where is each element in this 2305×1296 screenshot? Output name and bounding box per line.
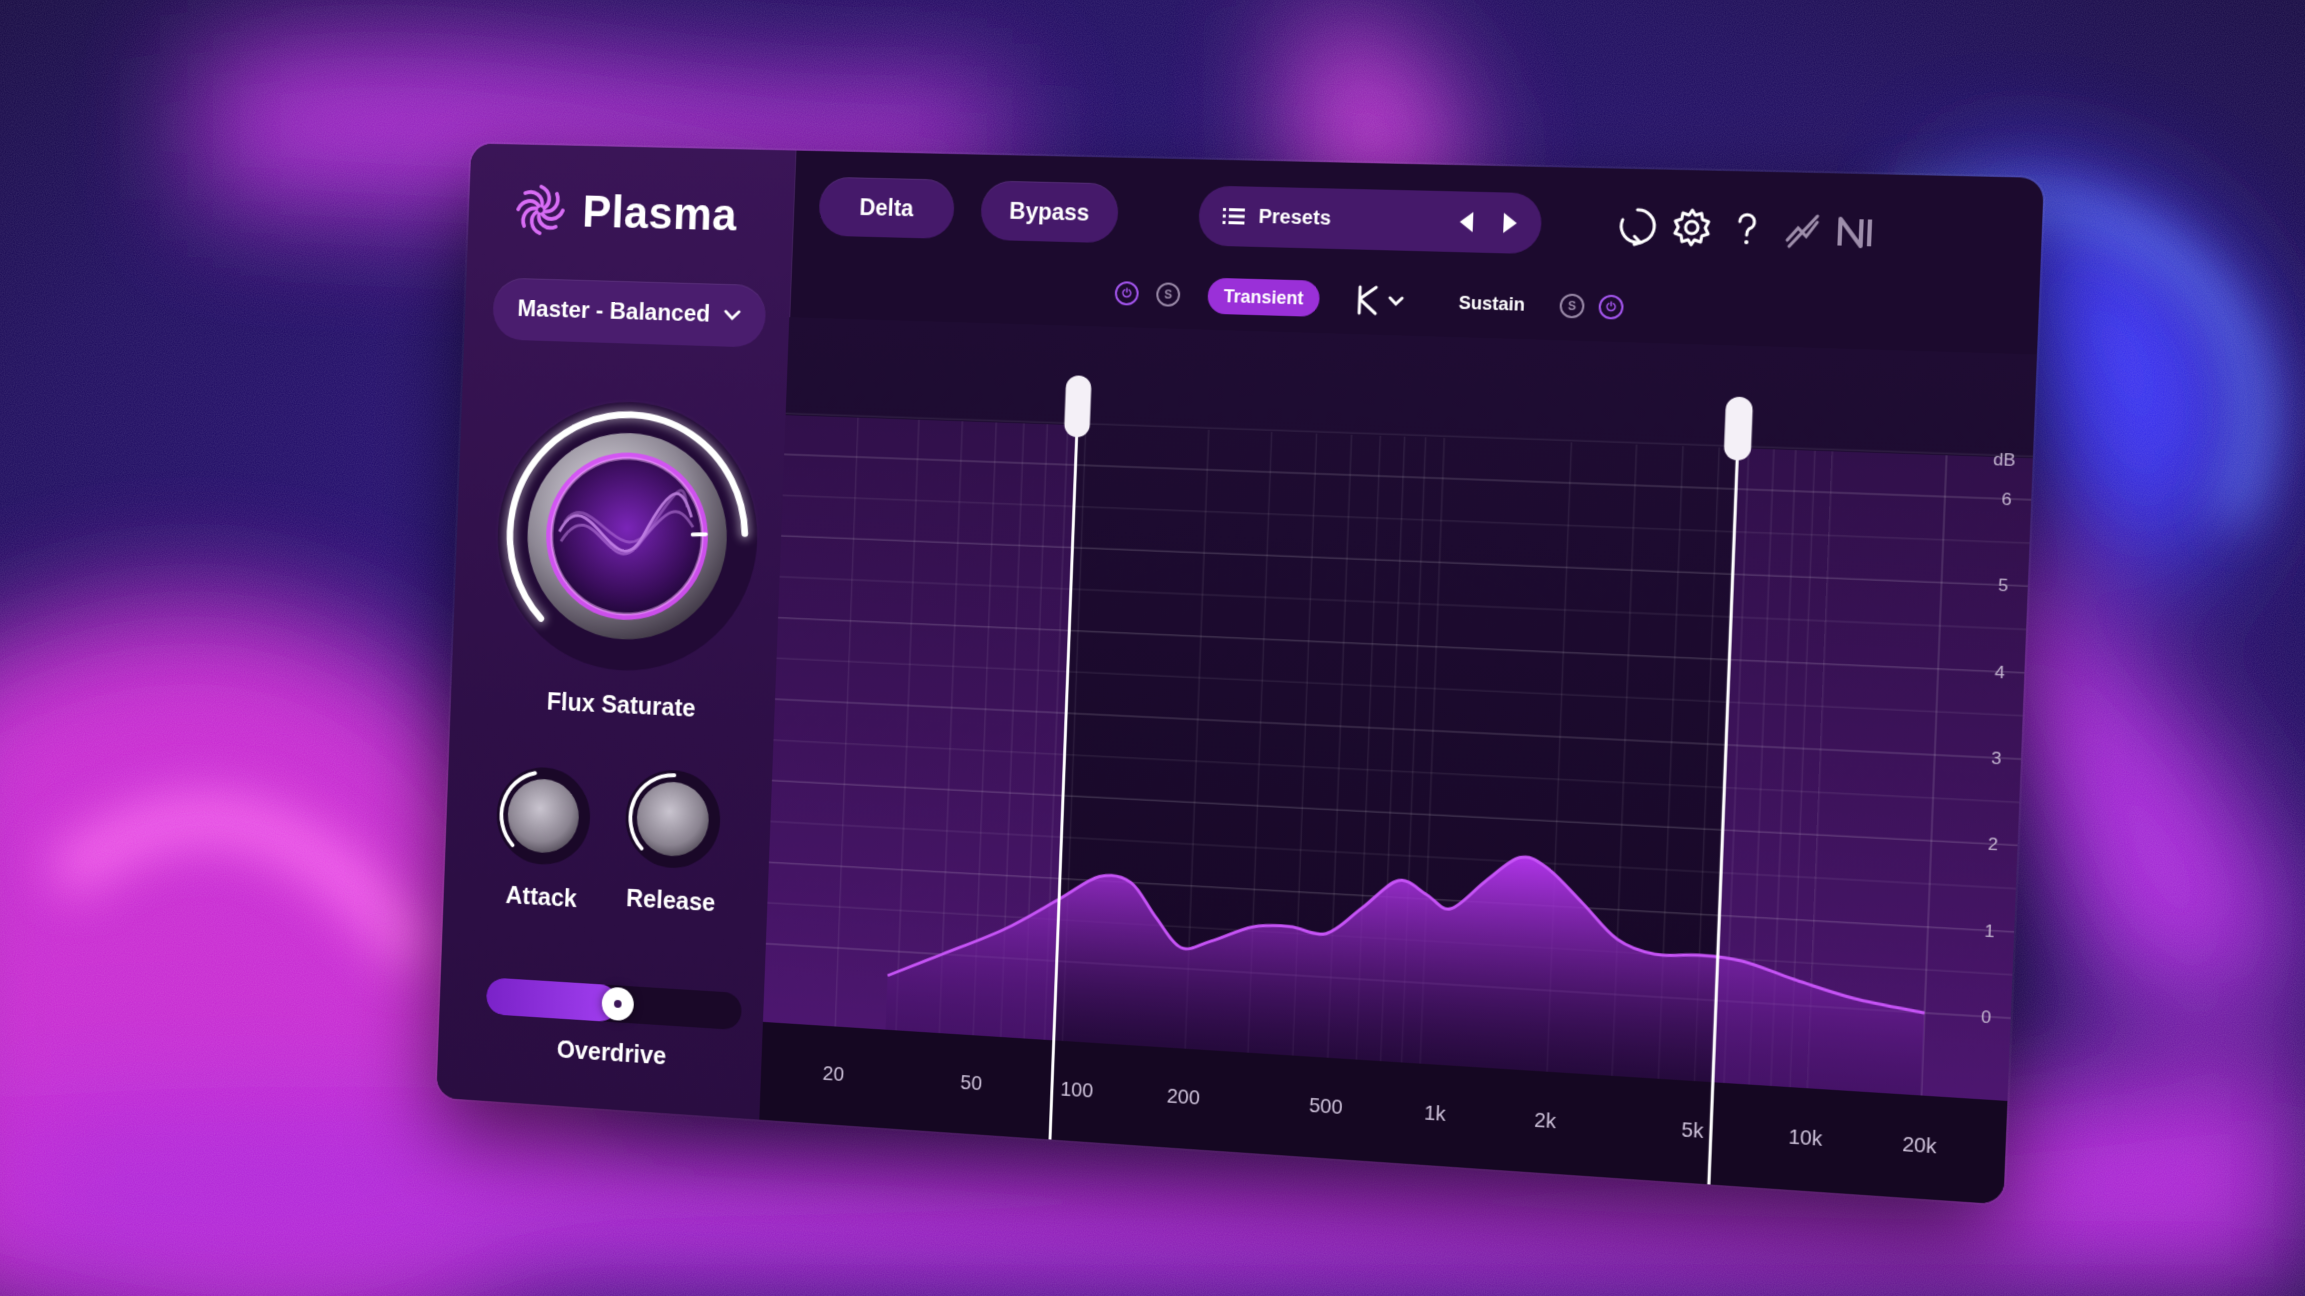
low-crossover-grip[interactable]: [1063, 375, 1092, 438]
high-crossover-grip[interactable]: [1723, 396, 1754, 461]
freq-tick-label: 1k: [1424, 1102, 1446, 1126]
plugin-window: Plasma Master - Balanced Flux Saturate A…: [436, 143, 2044, 1205]
undo-icon[interactable]: [1616, 205, 1659, 247]
db-tick-label: 5: [1998, 576, 2009, 596]
sustain-label: Sustain: [1458, 292, 1526, 315]
list-icon: [1222, 207, 1245, 225]
mode-select[interactable]: Master - Balanced: [492, 277, 767, 348]
db-tick-label: 0: [1981, 1007, 1992, 1027]
signal-routing-icon[interactable]: [1781, 209, 1825, 251]
freq-tick-label: 100: [1060, 1078, 1094, 1102]
previous-preset-icon[interactable]: [1459, 211, 1474, 233]
presets-bar[interactable]: Presets: [1197, 185, 1543, 255]
overdrive-label: Overdrive: [556, 1035, 667, 1071]
release-knob[interactable]: [622, 766, 724, 873]
transient-band-controls: ⏻ S Transient Sustain S ⏻: [1114, 275, 1624, 326]
transient-button[interactable]: Transient: [1207, 277, 1321, 317]
freq-tick-label: 50: [960, 1072, 982, 1095]
overdrive-slider-fill: [485, 977, 619, 1023]
next-preset-icon[interactable]: [1503, 212, 1518, 234]
flux-saturate-label: Flux Saturate: [546, 688, 696, 723]
attack-knob[interactable]: [493, 763, 594, 869]
bypass-button[interactable]: Bypass: [980, 180, 1120, 244]
transient-power-icon[interactable]: ⏻: [1114, 281, 1140, 306]
freq-tick-label: 200: [1166, 1085, 1200, 1109]
freq-tick-label: 10k: [1788, 1126, 1823, 1151]
freq-tick-label: 500: [1309, 1095, 1343, 1119]
app-title: Plasma: [581, 185, 739, 241]
sustain-solo-button[interactable]: S: [1559, 293, 1585, 319]
mode-select-value: Master - Balanced: [517, 295, 711, 328]
db-tick-label: 1: [1984, 921, 1995, 941]
transient-solo-button[interactable]: S: [1155, 282, 1181, 307]
plasma-logo-icon: [512, 181, 568, 239]
db-tick-label: 2: [1988, 835, 1999, 855]
db-tick-label: 3: [1991, 748, 2002, 768]
sidebar: Plasma Master - Balanced Flux Saturate A…: [436, 143, 797, 1120]
ni-logo-icon: [1833, 210, 1885, 252]
db-tick-label: 6: [2001, 489, 2012, 509]
freq-tick-label: 20: [822, 1063, 844, 1086]
flux-saturate-knob[interactable]: [489, 394, 767, 682]
envelope-shape-icon[interactable]: [1355, 283, 1411, 319]
delta-button[interactable]: Delta: [818, 176, 956, 240]
help-icon[interactable]: [1725, 208, 1768, 250]
chevron-down-icon: [723, 309, 741, 321]
release-label: Release: [625, 884, 716, 918]
freq-tick-label: 20k: [1902, 1133, 1937, 1158]
db-tick-label: 4: [1994, 662, 2005, 682]
db-unit-label: dB: [1993, 450, 2016, 471]
freq-tick-label: 2k: [1534, 1109, 1557, 1133]
gear-icon[interactable]: [1670, 207, 1713, 249]
spectrum-graph[interactable]: 20 50 100 200 500 1k 2k 5k 10k 20k 6 5 4 3 2 1 0 dB: [759, 317, 2037, 1205]
sustain-power-icon[interactable]: ⏻: [1598, 294, 1624, 320]
knob-pointer: [693, 534, 706, 535]
attack-label: Attack: [505, 881, 578, 913]
app-logo: Plasma: [512, 181, 738, 243]
freq-tick-label: 5k: [1681, 1119, 1704, 1143]
presets-label: Presets: [1258, 205, 1332, 230]
